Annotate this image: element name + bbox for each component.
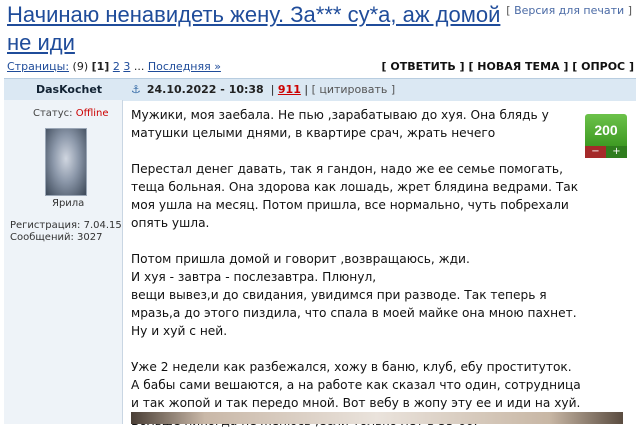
post-author[interactable]: DasKochet (36, 83, 102, 96)
post-rating: 200 − + (585, 114, 627, 160)
page-2-link[interactable]: 2 (113, 60, 120, 73)
pages-ellipsis: ... (133, 60, 145, 73)
post-paragraph: Перестал денег давать, так я гандон, над… (131, 162, 579, 230)
pages-count: (9) (72, 60, 89, 73)
print-version-link[interactable]: Версия для печати (514, 4, 624, 17)
pages-label[interactable]: Страницы: (7, 60, 69, 73)
page-3-link[interactable]: 3 (123, 60, 130, 73)
print-bracket-close: ] (624, 4, 632, 17)
post-number-link[interactable]: 911 (278, 83, 301, 96)
post-body: Мужики, моя заебала. Не пью ,зарабатываю… (131, 106, 583, 448)
anchor-icon[interactable]: ⚓ (131, 83, 141, 96)
author-stats: Регистрация: 7.04.15 Сообщений: 3027 (10, 220, 122, 244)
post-paragraph: Потом пришла домой и говорит ,возвращаюс… (131, 252, 577, 338)
pagination: Страницы: (9) [1] 2 3 ... Последняя » (7, 60, 221, 73)
new-topic-button[interactable]: [ НОВАЯ ТЕМА ] (468, 60, 568, 73)
topic-title[interactable]: Начинаю ненавидеть жену. За*** су*а, аж … (7, 1, 507, 57)
status-value: Offline (75, 108, 109, 119)
poll-button[interactable]: [ ОПРОС ] (572, 60, 634, 73)
author-status: Статус: Offline (33, 108, 109, 119)
avatar-caption: Ярила (52, 198, 85, 209)
avatar (45, 128, 87, 196)
topic-actions: [ ОТВЕТИТЬ ] [ НОВАЯ ТЕМА ] [ ОПРОС ] (382, 60, 634, 73)
rating-minus-button[interactable]: − (585, 146, 606, 158)
post-date: 24.10.2022 - 10:38 (146, 83, 264, 96)
current-page: [1] (91, 60, 110, 73)
rating-plus-button[interactable]: + (606, 146, 627, 158)
registration-date: Регистрация: 7.04.15 (10, 220, 122, 231)
status-label: Статус: (33, 108, 73, 119)
post-paragraph: Мужики, моя заебала. Не пью ,зарабатываю… (131, 108, 549, 140)
rating-score: 200 (585, 114, 627, 146)
post-image (131, 412, 623, 424)
reply-button[interactable]: [ ОТВЕТИТЬ ] (382, 60, 465, 73)
last-page-link[interactable]: Последняя » (148, 60, 221, 73)
cite-button[interactable]: [ цитировать ] (312, 83, 396, 96)
post-meta: ⚓ 24.10.2022 - 10:38 | 911 | [ цитировать… (131, 83, 396, 96)
print-bracket-open: [ (506, 4, 515, 17)
print-version: [ Версия для печати ] (506, 4, 632, 17)
message-count: Сообщений: 3027 (10, 232, 103, 243)
column-divider (122, 100, 123, 424)
